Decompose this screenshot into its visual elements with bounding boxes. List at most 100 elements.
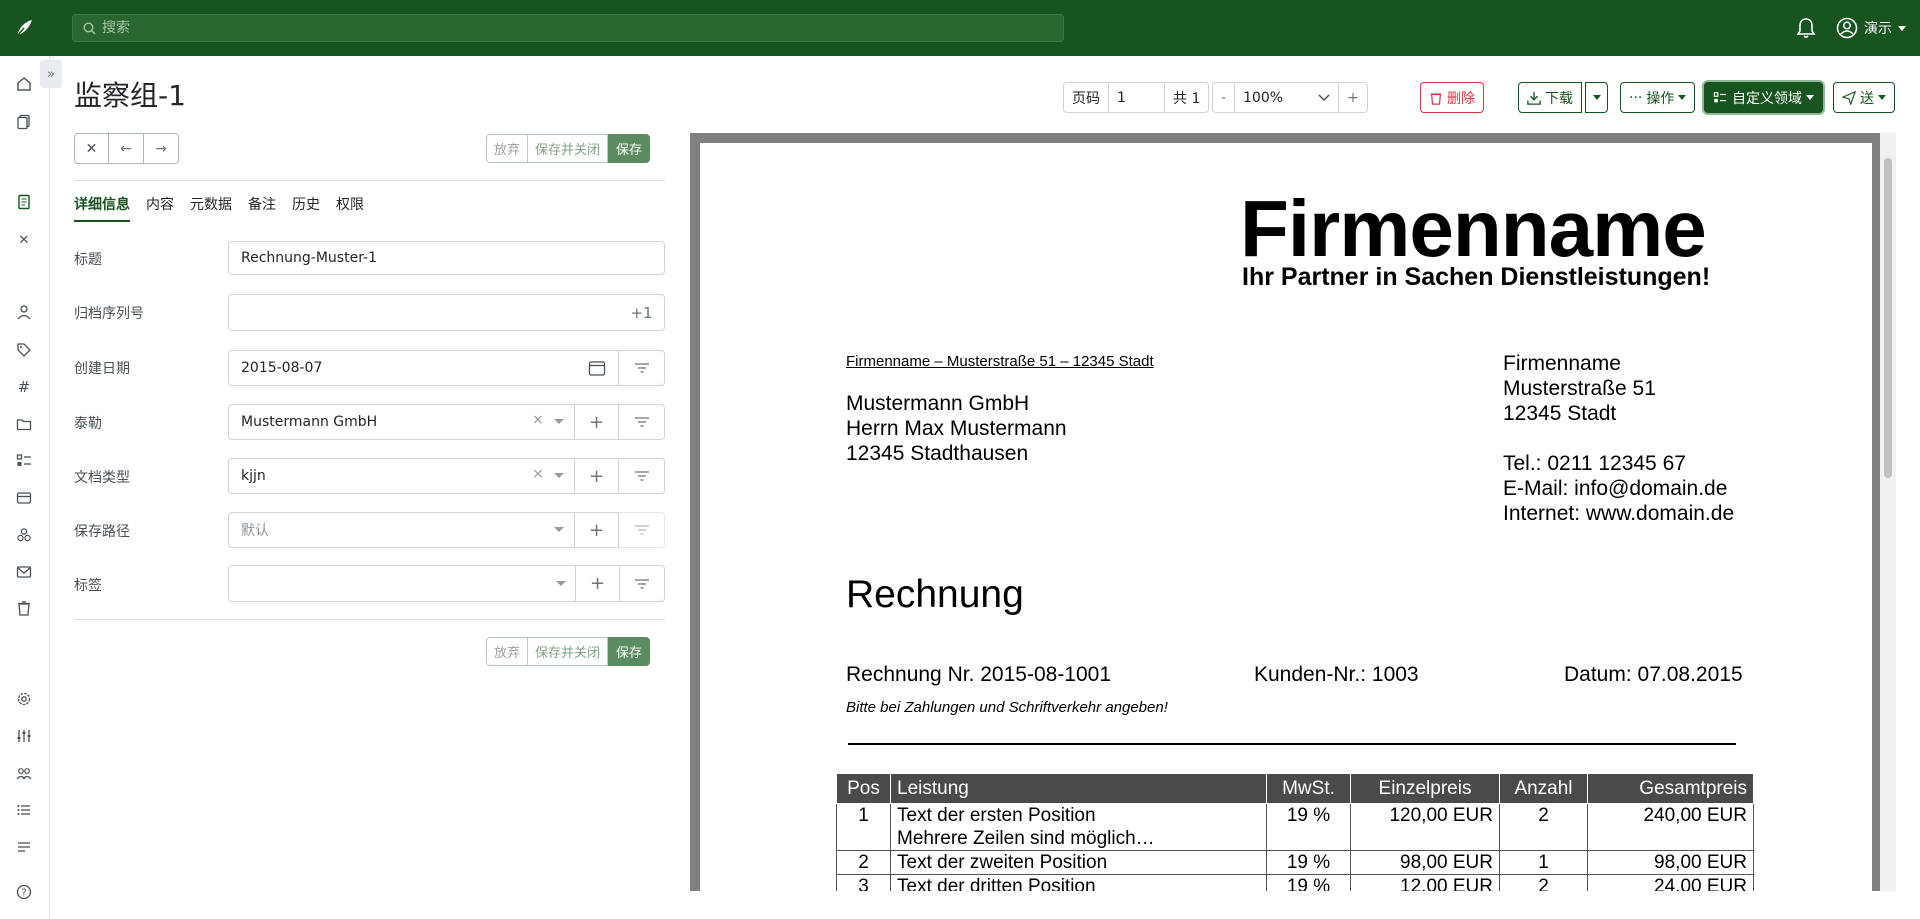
saved-views-icon[interactable] xyxy=(14,488,34,508)
doctype-select[interactable]: kjjn xyxy=(228,458,575,494)
notifications-bell-icon[interactable] xyxy=(1796,17,1816,43)
app-logo-icon[interactable] xyxy=(0,0,48,56)
search-box[interactable] xyxy=(72,14,1064,42)
clear-correspondent-icon[interactable]: × xyxy=(532,412,544,428)
chevron-down-icon[interactable] xyxy=(554,473,564,478)
custom-fields-dropdown-button[interactable]: 自定义领域 xyxy=(1704,82,1823,113)
previous-button[interactable]: ← xyxy=(109,133,144,164)
add-storage-path-button[interactable]: + xyxy=(575,512,619,548)
tab-permissions[interactable]: 权限 xyxy=(336,194,364,222)
chevron-down-icon[interactable] xyxy=(556,581,566,586)
chevron-down-icon[interactable] xyxy=(554,527,564,532)
tags-icon[interactable] xyxy=(14,340,34,360)
save-close-button[interactable]: 保存并关闭 xyxy=(528,134,609,163)
clear-doctype-icon[interactable]: × xyxy=(532,466,544,482)
add-tag-button[interactable]: + xyxy=(576,565,620,602)
trash-icon xyxy=(1430,92,1442,105)
close-button[interactable]: ✕ xyxy=(74,133,109,164)
trash-icon[interactable] xyxy=(14,598,34,618)
tab-content[interactable]: 内容 xyxy=(146,194,174,222)
tab-details[interactable]: 详细信息 xyxy=(74,194,130,222)
asn-input[interactable] xyxy=(228,294,620,331)
tags-filter-button[interactable] xyxy=(620,565,665,602)
title-input[interactable]: Rechnung-Muster-1 xyxy=(228,241,665,275)
save-close-button[interactable]: 保存并关闭 xyxy=(528,637,609,666)
delete-button[interactable]: 删除 xyxy=(1420,82,1484,113)
storage-path-filter-button[interactable] xyxy=(619,512,665,548)
pdf-table-header: Pos xyxy=(836,773,891,804)
sidebar-toggle-chevron-icon[interactable]: » xyxy=(40,60,62,88)
documents-icon[interactable] xyxy=(14,112,34,132)
tasks-list-icon[interactable] xyxy=(14,800,34,820)
calendar-icon xyxy=(588,361,606,376)
pdf-sender-line: E-Mail: info@domain.de xyxy=(1503,477,1728,500)
calendar-button[interactable] xyxy=(576,350,619,386)
created-filter-button[interactable] xyxy=(619,350,665,386)
pdf-scrollbar[interactable] xyxy=(1880,133,1896,891)
config-sliders-icon[interactable] xyxy=(14,726,34,746)
download-button[interactable]: 下载 xyxy=(1518,82,1582,113)
pdf-viewer[interactable]: Firmenname Ihr Partner in Sachen Dienstl… xyxy=(690,133,1896,891)
correspondent-select[interactable]: Mustermann GmbH xyxy=(228,404,575,440)
chevron-down-icon xyxy=(1898,25,1906,31)
tags-select[interactable] xyxy=(228,565,576,602)
document-types-hash-icon[interactable]: # xyxy=(14,377,34,397)
actions-dropdown-button[interactable]: ··· 操作 xyxy=(1620,82,1696,113)
save-button[interactable]: 保存 xyxy=(608,637,651,666)
chevron-down-icon[interactable] xyxy=(554,419,564,424)
search-input[interactable] xyxy=(102,20,1063,36)
dashboard-home-icon[interactable] xyxy=(14,74,34,94)
next-button[interactable]: → xyxy=(144,133,179,164)
doctype-filter-button[interactable] xyxy=(619,458,665,494)
save-button[interactable]: 保存 xyxy=(608,134,651,163)
storage-path-select[interactable]: 默认 xyxy=(228,512,575,548)
zoom-in-button[interactable]: + xyxy=(1339,83,1367,112)
add-correspondent-button[interactable]: + xyxy=(575,404,619,440)
pdf-date: Datum: 07.08.2015 xyxy=(1564,663,1743,686)
download-label: 下载 xyxy=(1545,90,1573,107)
created-label: 创建日期 xyxy=(74,361,130,377)
help-question-icon[interactable]: ? xyxy=(14,882,34,902)
page-total: 共 1 xyxy=(1173,90,1201,107)
filter-icon xyxy=(634,417,649,427)
tab-notes[interactable]: 备注 xyxy=(248,194,276,222)
tab-history[interactable]: 历史 xyxy=(292,194,320,222)
pdf-cell: 240,00 EUR xyxy=(1587,803,1754,851)
pdf-cell: 19 % xyxy=(1266,850,1351,875)
zoom-select[interactable]: 100% xyxy=(1235,83,1340,112)
scrollbar-thumb[interactable] xyxy=(1884,158,1892,478)
page-number-input[interactable]: 1 xyxy=(1109,83,1165,112)
settings-gear-icon[interactable] xyxy=(14,689,34,709)
tab-metadata[interactable]: 元数据 xyxy=(190,194,232,222)
created-date-input[interactable]: 2015-08-07 xyxy=(228,350,577,386)
zoom-out-button[interactable]: - xyxy=(1213,83,1236,112)
divider xyxy=(74,180,665,181)
add-doctype-button[interactable]: + xyxy=(575,458,619,494)
close-document-icon[interactable]: ✕ xyxy=(14,230,34,250)
pdf-customer-number: Kunden-Nr.: 1003 xyxy=(1254,663,1419,686)
zoom-control: - 100% + xyxy=(1212,82,1368,113)
correspondents-icon[interactable] xyxy=(14,302,34,322)
pdf-sender-line xyxy=(1503,426,1734,451)
workflows-icon[interactable] xyxy=(14,525,34,545)
custom-fields-icon[interactable] xyxy=(14,451,34,471)
user-avatar-icon xyxy=(1836,17,1858,39)
users-groups-icon[interactable] xyxy=(14,763,34,783)
discard-button[interactable]: 放弃 xyxy=(486,637,529,666)
asn-increment-button[interactable]: +1 xyxy=(619,294,665,331)
logs-text-icon[interactable] xyxy=(14,837,34,857)
mail-icon[interactable] xyxy=(14,562,34,582)
arrow-right-icon: → xyxy=(155,140,167,157)
send-label: 送 xyxy=(1860,90,1874,107)
pdf-cell: 98,00 EUR xyxy=(1587,850,1754,875)
storage-paths-folder-icon[interactable] xyxy=(14,414,34,434)
pdf-sender-line: 12345 Stadt xyxy=(1503,402,1617,425)
correspondent-filter-button[interactable] xyxy=(619,404,665,440)
download-options-button[interactable] xyxy=(1585,82,1608,113)
pdf-table-header: Einzelpreis xyxy=(1350,773,1500,804)
send-dropdown-button[interactable]: 送 xyxy=(1833,82,1895,113)
discard-button[interactable]: 放弃 xyxy=(486,134,529,163)
custom-fields-label: 自定义领域 xyxy=(1732,90,1802,107)
open-document-icon[interactable] xyxy=(14,192,34,212)
user-menu[interactable]: 演示 xyxy=(1836,17,1906,39)
